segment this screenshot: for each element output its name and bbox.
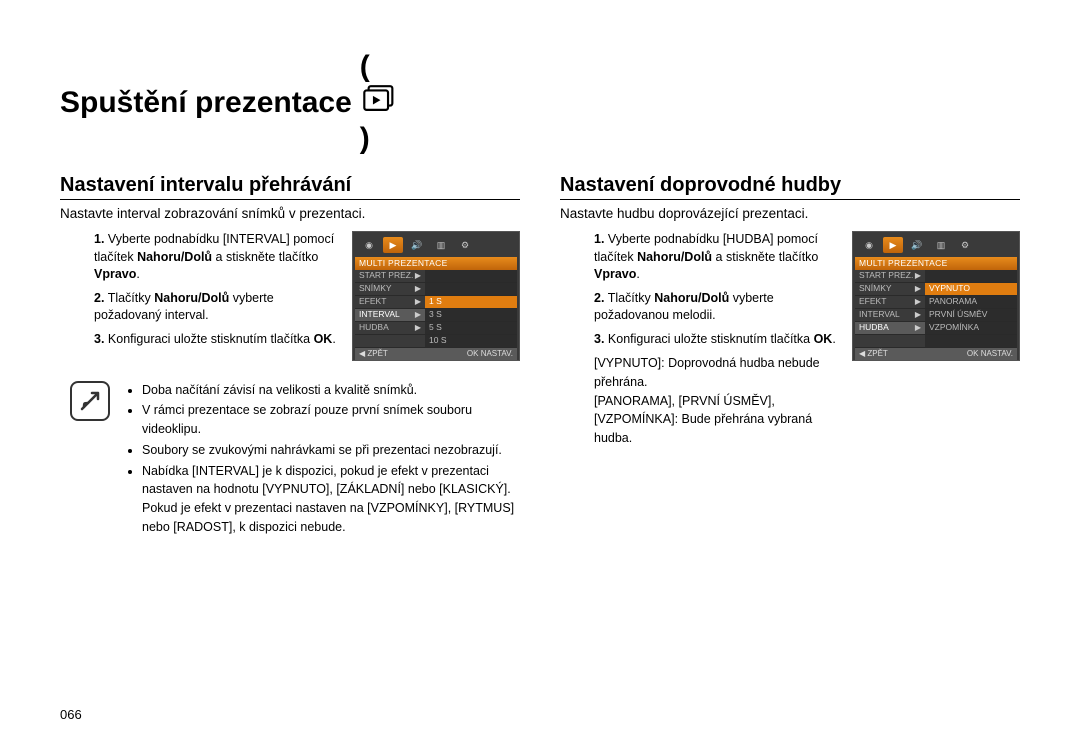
menu-item-blank [355,335,425,348]
menu-value-active: VYPNUTO [925,283,1017,296]
menu-value: 3 S [425,309,517,322]
menu-body: START PREZ.▶ SNÍMKY▶ EFEKT▶ INTERVAL▶ HU… [355,270,517,348]
step: 2. Tlačítky Nahoru/Dolů vyberte požadova… [594,290,842,325]
menu-left-col: START PREZ.▶ SNÍMKY▶ EFEKT▶ INTERVAL▶ HU… [855,270,925,348]
play-icon: ▶ [383,237,403,253]
menu-item: HUDBA▶ [355,322,425,335]
note-item: V rámci prezentace se zobrazí pouze prvn… [142,401,520,439]
body-row-right: 1. Vyberte podnabídku [HUDBA] pomocí tla… [560,231,1020,448]
menu-right-col: VYPNUTO PANORAMA PRVNÍ ÚSMĚV VZPOMÍNKA [925,270,1017,348]
display-icon: ▥ [431,237,451,253]
steps-music: 1. Vyberte podnabídku [HUDBA] pomocí tla… [560,231,842,348]
menu-item-blank [855,335,925,348]
step: 1. Vyberte podnabídku [INTERVAL] pomocí … [94,231,342,284]
col-music: Nastavení doprovodné hudby Nastavte hudb… [560,174,1020,539]
page-title: Spuštění prezentace ( ) [60,50,1020,156]
extra-line: [PANORAMA], [PRVNÍ ÚSMĚV], [VZPOMÍNKA]: … [594,392,842,448]
menu-item: INTERVAL▶ [855,309,925,322]
camera-menu-interval: ◉ ▶ 🔊 ▥ ⚙ MULTI PREZENTACE START PREZ.▶ … [352,231,520,361]
page-number: 066 [60,707,82,722]
settings-icon: ⚙ [955,237,975,253]
step: 1. Vyberte podnabídku [HUDBA] pomocí tla… [594,231,842,284]
menu-value: 10 S [425,335,517,348]
mode-icon: ◉ [359,237,379,253]
menu-tab-icons: ◉ ▶ 🔊 ▥ ⚙ [355,234,517,257]
menu-item-active: INTERVAL▶ [355,309,425,322]
sound-icon: 🔊 [907,237,927,253]
menu-item: START PREZ.▶ [855,270,925,283]
menu-item: SNÍMKY▶ [355,283,425,296]
heading-music: Nastavení doprovodné hudby [560,174,1020,197]
menu-back: ◀ ZPĚT [859,350,888,358]
camera-menu-music: ◉ ▶ 🔊 ▥ ⚙ MULTI PREZENTACE START PREZ.▶ … [852,231,1020,361]
menu-left-col: START PREZ.▶ SNÍMKY▶ EFEKT▶ INTERVAL▶ HU… [355,270,425,348]
display-icon: ▥ [931,237,951,253]
menu-body: START PREZ.▶ SNÍMKY▶ EFEKT▶ INTERVAL▶ HU… [855,270,1017,348]
menu-title: MULTI PREZENTACE [355,257,517,270]
menu-item: EFEKT▶ [855,296,925,309]
note-item: Nabídka [INTERVAL] je k dispozici, pokud… [142,462,520,537]
menu-bottom-bar: ◀ ZPĚT OK NASTAV. [855,348,1017,360]
extra-line: [VYPNUTO]: Doprovodná hudba nebude přehr… [594,354,842,392]
menu-item: EFEKT▶ [355,296,425,309]
menu-value [925,270,1017,283]
note-icon [70,381,110,421]
note-list: Doba načítání závisí na velikosti a kval… [124,381,520,539]
menu-value: 5 S [425,322,517,335]
menu-value [425,283,517,296]
note-block: Doba načítání závisí na velikosti a kval… [60,381,520,539]
note-item: Soubory se zvukovými nahrávkami se při p… [142,441,520,460]
step: 2. Tlačítky Nahoru/Dolů vyberte požadova… [94,290,342,325]
note-item: Doba načítání závisí na velikosti a kval… [142,381,520,400]
menu-ok: OK NASTAV. [467,350,513,358]
settings-icon: ⚙ [455,237,475,253]
body-row-left: 1. Vyberte podnabídku [INTERVAL] pomocí … [60,231,520,361]
slideshow-icon: ( ) [360,50,397,156]
content-columns: Nastavení intervalu přehrávání Nastavte … [60,174,1020,539]
page-title-text: Spuštění prezentace [60,86,352,120]
menu-back: ◀ ZPĚT [359,350,388,358]
menu-right-col: 1 S 3 S 5 S 10 S [425,270,517,348]
menu-ok: OK NASTAV. [967,350,1013,358]
menu-value: VZPOMÍNKA [925,322,1017,335]
extra-text: [VYPNUTO]: Doprovodná hudba nebude přehr… [560,354,842,448]
intro-music: Nastavte hudbu doprovázející prezentaci. [560,206,1020,221]
text-col-right: 1. Vyberte podnabídku [HUDBA] pomocí tla… [560,231,842,448]
menu-value: PANORAMA [925,296,1017,309]
menu-title: MULTI PREZENTACE [855,257,1017,270]
step: 3. Konfiguraci uložte stisknutím tlačítk… [594,331,842,349]
menu-value-blank [925,335,1017,348]
menu-value [425,270,517,283]
rule [60,199,520,200]
sound-icon: 🔊 [407,237,427,253]
steps-interval: 1. Vyberte podnabídku [INTERVAL] pomocí … [60,231,342,354]
menu-item: SNÍMKY▶ [855,283,925,296]
menu-bottom-bar: ◀ ZPĚT OK NASTAV. [355,348,517,360]
col-interval: Nastavení intervalu přehrávání Nastavte … [60,174,520,539]
menu-item: START PREZ.▶ [355,270,425,283]
play-icon: ▶ [883,237,903,253]
mode-icon: ◉ [859,237,879,253]
menu-value-active: 1 S [425,296,517,309]
intro-interval: Nastavte interval zobrazování snímků v p… [60,206,520,221]
step: 3. Konfiguraci uložte stisknutím tlačítk… [94,331,342,349]
menu-item-active: HUDBA▶ [855,322,925,335]
menu-tab-icons: ◉ ▶ 🔊 ▥ ⚙ [855,234,1017,257]
heading-interval: Nastavení intervalu přehrávání [60,174,520,197]
menu-value: PRVNÍ ÚSMĚV [925,309,1017,322]
rule [560,199,1020,200]
